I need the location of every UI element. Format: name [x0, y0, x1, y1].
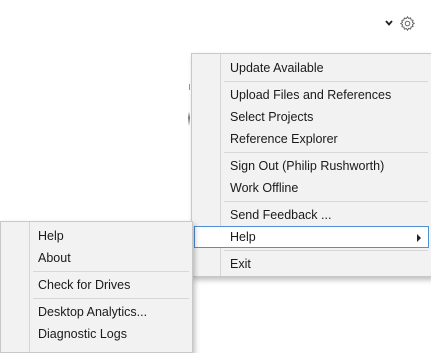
- menu-item-send-feedback[interactable]: Send Feedback ...: [192, 204, 431, 226]
- submenu-item-check-for-drives[interactable]: Check for Drives: [1, 274, 192, 296]
- menu-item-label: Reference Explorer: [230, 132, 338, 146]
- menu-item-label: Sign Out (Philip Rushworth): [230, 159, 385, 173]
- menu-item-label: Help: [230, 230, 256, 244]
- submenu-arrow-icon: [417, 234, 421, 242]
- menu-item-label: Diagnostic Logs: [38, 327, 127, 341]
- submenu-item-desktop-analytics[interactable]: Desktop Analytics...: [1, 301, 192, 323]
- menu-item-select-projects[interactable]: Select Projects: [192, 106, 431, 128]
- menu-separator: [224, 81, 428, 82]
- chevron-down-icon[interactable]: [384, 18, 394, 28]
- menu-item-label: Help: [38, 229, 64, 243]
- menu-item-label: About: [38, 251, 71, 265]
- menu-item-label: Exit: [230, 257, 251, 271]
- menu-separator: [33, 298, 189, 299]
- gear-icon[interactable]: [399, 15, 416, 32]
- submenu-item-help[interactable]: Help: [1, 225, 192, 247]
- background-fragment: [189, 84, 190, 90]
- menu-item-exit[interactable]: Exit: [192, 253, 431, 275]
- background-fragment: [188, 112, 190, 126]
- menu-item-label: Work Offline: [230, 181, 299, 195]
- submenu-item-about[interactable]: About: [1, 247, 192, 269]
- menu-separator: [224, 152, 428, 153]
- menu-separator: [224, 201, 428, 202]
- menu-item-label: Desktop Analytics...: [38, 305, 148, 319]
- menu-item-label: Send Feedback ...: [230, 208, 332, 222]
- menu-item-help[interactable]: Help: [194, 226, 429, 248]
- menu-item-upload-files[interactable]: Upload Files and References: [192, 84, 431, 106]
- menu-item-label: Upload Files and References: [230, 88, 392, 102]
- menu-item-update-available[interactable]: Update Available: [192, 57, 431, 79]
- menu-separator: [33, 271, 189, 272]
- help-submenu: Help About Check for Drives Desktop Anal…: [0, 221, 193, 353]
- menu-separator: [224, 250, 428, 251]
- menu-item-label: Update Available: [230, 61, 324, 75]
- menu-item-reference-explorer[interactable]: Reference Explorer: [192, 128, 431, 150]
- menu-item-label: Select Projects: [230, 110, 314, 124]
- menu-item-sign-out[interactable]: Sign Out (Philip Rushworth): [192, 155, 431, 177]
- menu-item-label: Check for Drives: [38, 278, 131, 292]
- menu-item-work-offline[interactable]: Work Offline: [192, 177, 431, 199]
- main-dropdown-menu: Update Available Upload Files and Refere…: [191, 53, 431, 277]
